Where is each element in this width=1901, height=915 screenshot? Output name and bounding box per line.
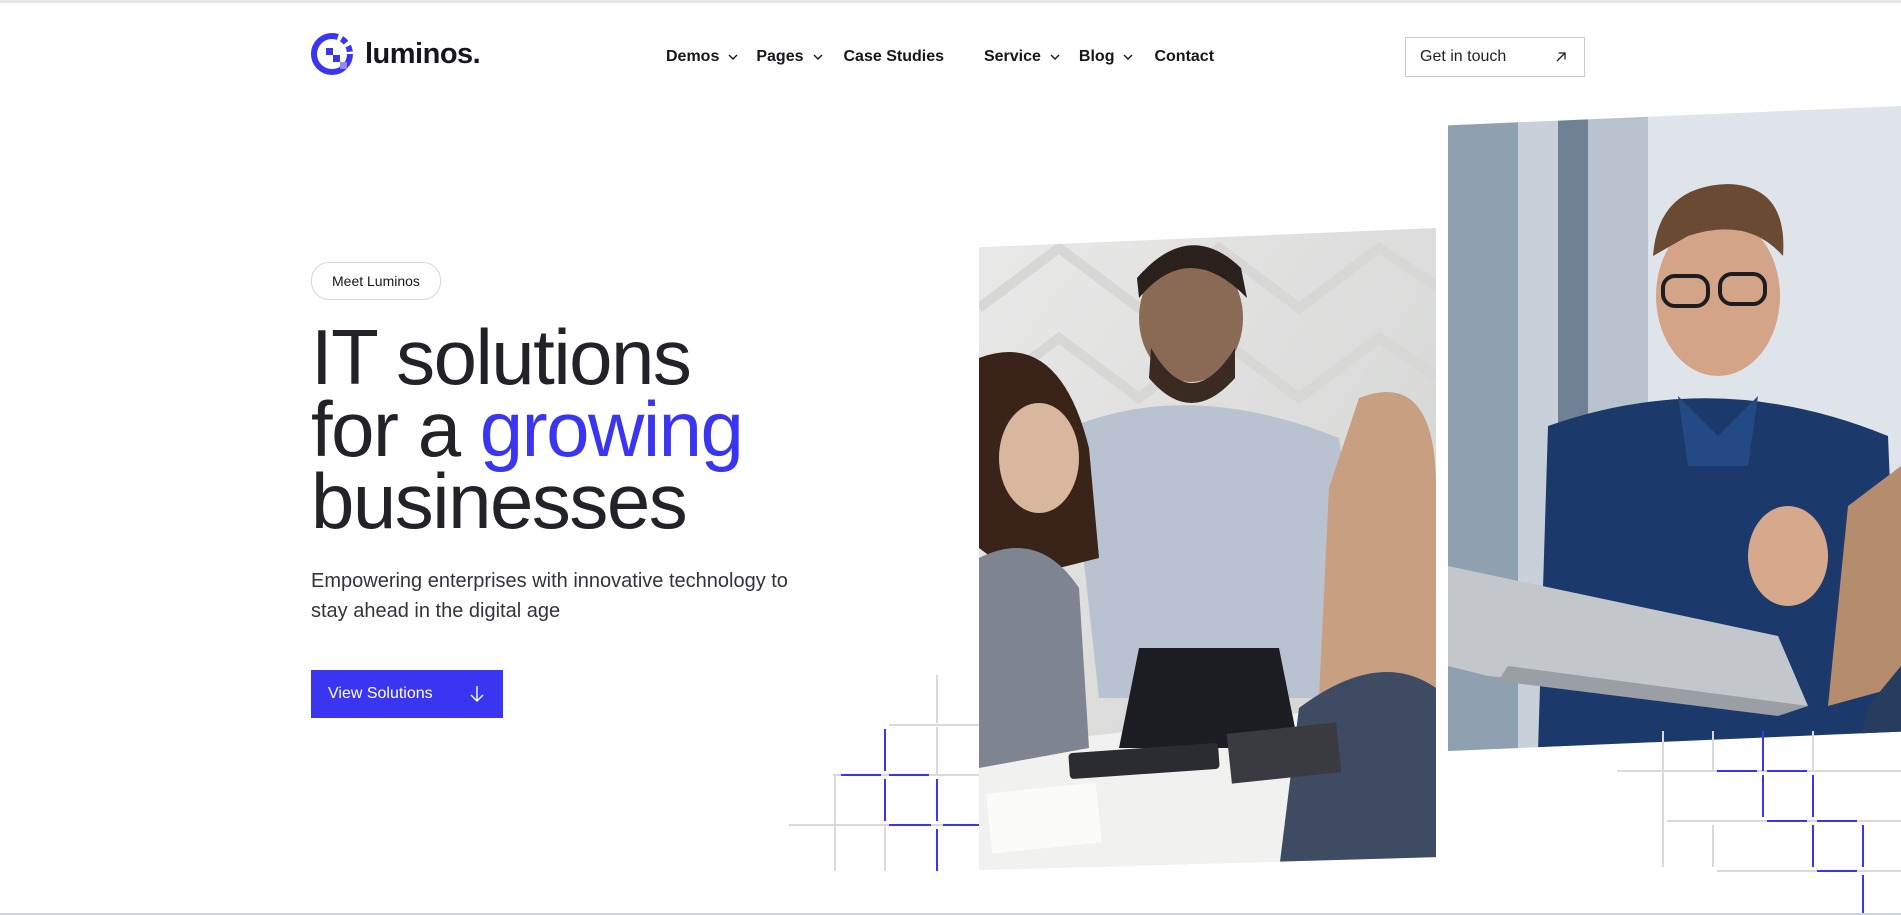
hero-headline: IT solutions for a growing businesses — [311, 313, 744, 545]
nav-item-label: Demos — [666, 48, 720, 65]
brand-name: luminos. — [365, 37, 481, 70]
page: luminos. Demos Pages Case Studies Servic… — [0, 0, 1901, 915]
main-nav: Demos Pages Case Studies Service Blog Co… — [666, 45, 1238, 69]
get-in-touch-label: Get in touch — [1420, 48, 1507, 65]
nav-item-label: Pages — [756, 48, 804, 65]
chevron-down-icon — [813, 54, 822, 60]
logo-link[interactable]: luminos. — [311, 33, 481, 75]
nav-item-label: Service — [983, 48, 1041, 65]
headline-line-3: businesses — [311, 457, 688, 545]
decorative-grid-left — [789, 675, 979, 871]
chevron-down-icon — [1123, 54, 1133, 60]
nav-item-demos[interactable]: Demos — [666, 48, 739, 66]
nav-item-label: Contact — [1154, 48, 1215, 65]
view-solutions-label: View Solutions — [328, 685, 433, 702]
get-in-touch-button[interactable]: Get in touch — [1405, 37, 1585, 77]
nav-item-label: Blog — [1078, 48, 1115, 65]
nav-item-contact[interactable]: Contact — [1154, 48, 1214, 66]
arrow-up-right-icon — [1556, 52, 1566, 62]
chevron-down-icon — [1050, 54, 1060, 60]
nav-item-case-studies[interactable]: Case Studies — [844, 48, 944, 66]
view-solutions-button[interactable]: View Solutions — [311, 670, 503, 718]
meet-luminos-badge: Meet Luminos — [311, 262, 441, 300]
headline-line-2: for a growing — [311, 390, 744, 468]
nav-item-blog[interactable]: Blog — [1079, 48, 1135, 66]
nav-item-pages[interactable]: Pages — [756, 48, 823, 66]
nav-item-label: Case Studies — [843, 48, 944, 65]
decorative-grid-right — [1617, 731, 1901, 915]
luminos-q-icon — [311, 33, 353, 75]
headline-line-1: IT solutions — [311, 313, 692, 401]
team-meeting-image — [979, 228, 1436, 870]
hero-subtext: Empowering enterprises with innovative t… — [311, 570, 788, 622]
arrow-down-icon — [470, 686, 484, 702]
man-with-laptop-photo — [1448, 106, 1901, 751]
man-with-laptop-image — [1448, 106, 1901, 751]
nav-item-service[interactable]: Service — [984, 48, 1061, 66]
team-meeting-photo — [979, 228, 1436, 870]
chevron-down-icon — [728, 54, 738, 60]
